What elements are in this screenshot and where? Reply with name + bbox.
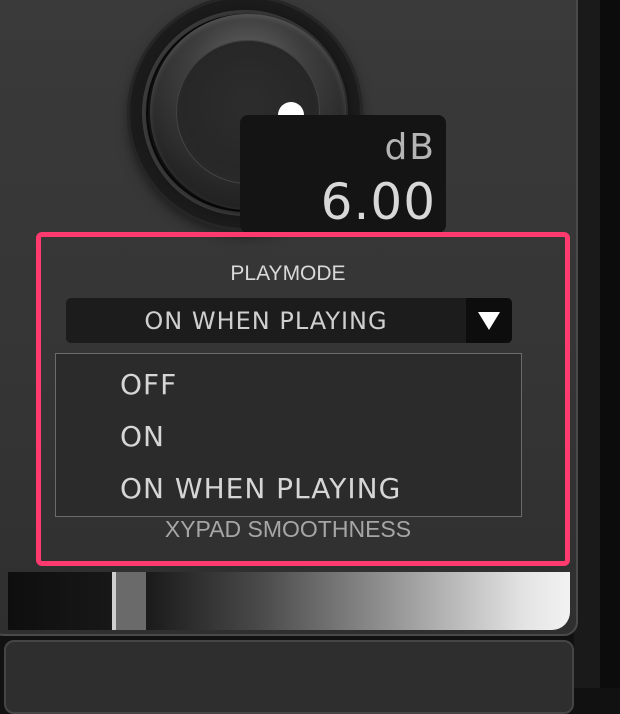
xypad-smoothness-label: XYPAD SMOOTHNESS (164, 516, 412, 542)
triangle-down-icon (478, 311, 500, 330)
menu-item-on-when-playing[interactable]: ON WHEN PLAYING (120, 472, 401, 505)
menu-item-on[interactable]: ON (120, 420, 165, 453)
gain-value: 6.00 (320, 173, 436, 231)
playmode-label: PLAYMODE (230, 262, 346, 285)
playmode-select[interactable]: ON WHEN PLAYING (66, 298, 512, 343)
gain-readout: dB 6.00 (240, 115, 446, 233)
playmode-dropdown-menu: OFF ON ON WHEN PLAYING (55, 353, 522, 517)
dropdown-arrow-button[interactable] (466, 298, 512, 343)
window-edge (600, 0, 620, 688)
playmode-selected-value: ON WHEN PLAYING (144, 307, 388, 335)
bottom-panel (4, 640, 574, 714)
menu-item-off[interactable]: OFF (120, 368, 177, 401)
gain-unit: dB (384, 127, 436, 168)
xypad-smoothness-slider[interactable] (8, 572, 570, 630)
slider-thumb[interactable] (112, 572, 146, 630)
